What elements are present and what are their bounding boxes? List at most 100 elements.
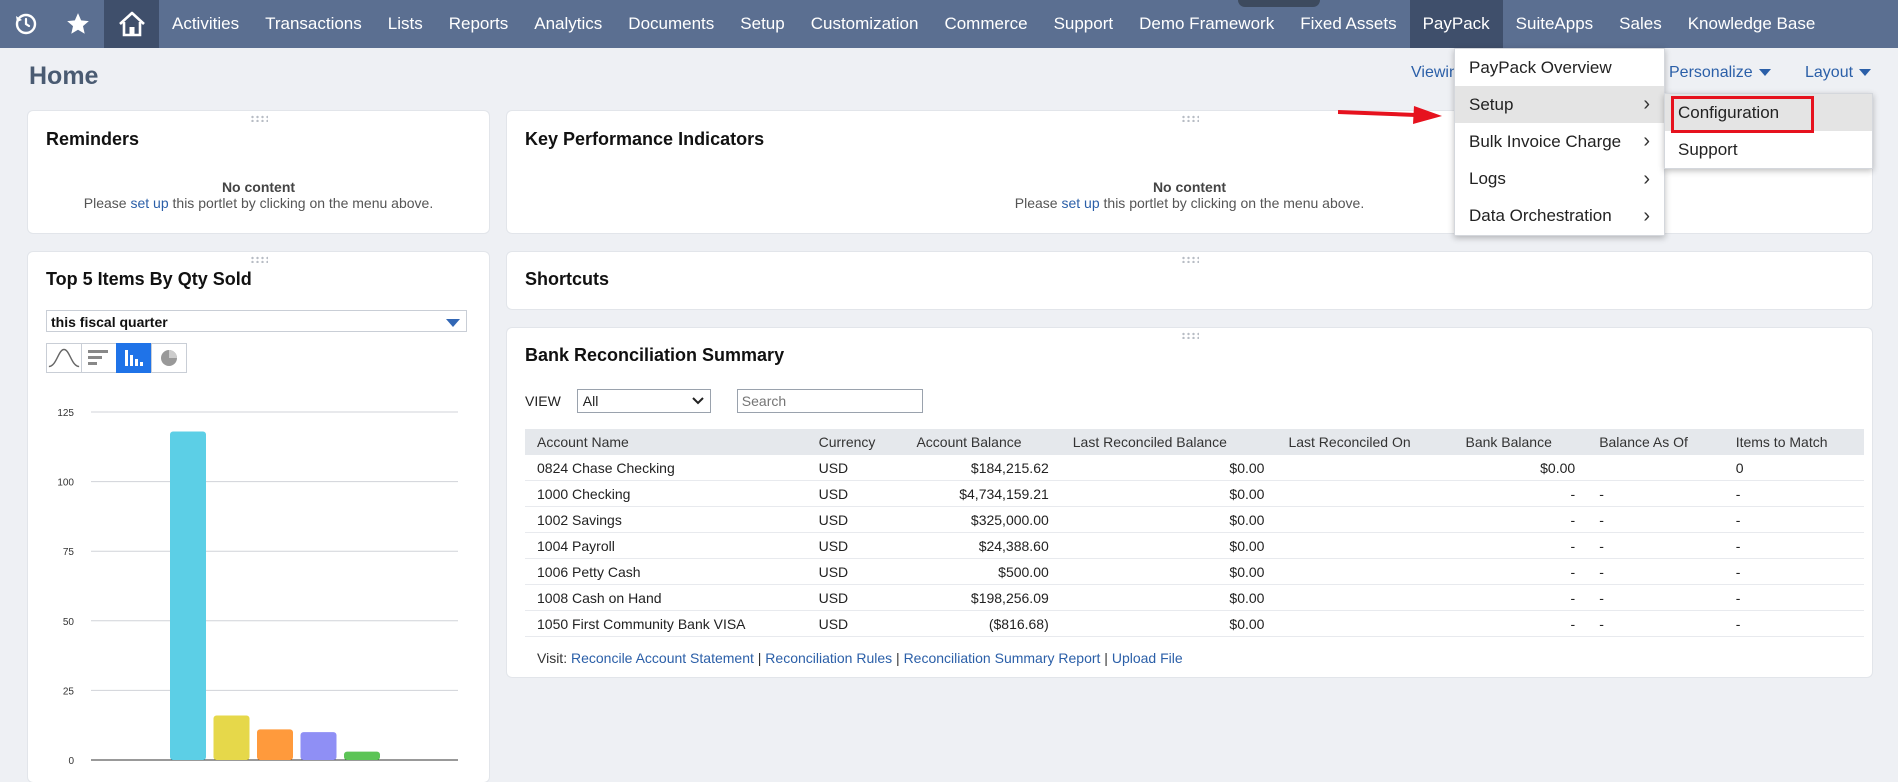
- menu-item-label: Setup: [1469, 94, 1514, 114]
- visit-link[interactable]: Reconciliation Rules: [765, 650, 892, 666]
- nav-tab-lists[interactable]: Lists: [375, 0, 436, 48]
- nav-tab-setup[interactable]: Setup: [727, 0, 797, 48]
- page-title: Home: [29, 62, 99, 90]
- column-chart-icon[interactable]: [116, 343, 152, 373]
- nav-tab-demo-framework[interactable]: Demo Framework: [1126, 0, 1287, 48]
- account-link[interactable]: 1050 First Community Bank VISA: [525, 610, 807, 637]
- table-cell: -: [1453, 506, 1588, 533]
- nav-tab-knowledge-base[interactable]: Knowledge Base: [1675, 0, 1829, 48]
- table-cell: $4,734,159.21: [904, 480, 1061, 507]
- msg-suffix: this portlet by clicking on the menu abo…: [172, 195, 434, 211]
- chevron-right-icon: ›: [1643, 167, 1650, 190]
- table-row: 1006 Petty Cash USD $500.00 $0.00- - -: [525, 558, 1864, 585]
- chevron-down-icon: [1758, 69, 1771, 77]
- table-cell: USD: [806, 532, 905, 559]
- drag-handle-icon[interactable]: [1180, 256, 1199, 263]
- no-content-label: No content: [1152, 179, 1227, 195]
- horizontal-bar-chart-icon[interactable]: [81, 343, 117, 373]
- menu-item-data-orchestration[interactable]: Data Orchestration ›: [1455, 198, 1664, 235]
- drag-handle-icon[interactable]: [249, 115, 268, 122]
- nav-tab-support[interactable]: Support: [1041, 0, 1127, 48]
- drag-handle-icon[interactable]: [249, 256, 268, 263]
- account-link[interactable]: 0824 Chase Checking: [525, 455, 807, 481]
- column-header[interactable]: Balance As Of: [1587, 429, 1724, 455]
- nav-tab-paypack[interactable]: PayPack: [1409, 0, 1503, 48]
- table-row: 0824 Chase Checking USD $184,215.62 $0.00 $0…: [525, 455, 1864, 481]
- home-icon[interactable]: [104, 0, 159, 48]
- table-cell: [1276, 455, 1454, 481]
- menu-item-setup[interactable]: Setup ›: [1455, 86, 1664, 124]
- bar-3[interactable]: [257, 729, 293, 760]
- chevron-right-icon: ›: [1643, 93, 1650, 116]
- no-content-label: No content: [221, 179, 296, 195]
- account-link[interactable]: 1000 Checking: [525, 480, 807, 507]
- personalize-menu[interactable]: Personalize: [1669, 64, 1771, 82]
- nav-tab-suiteapps[interactable]: SuiteApps: [1503, 0, 1607, 48]
- column-header[interactable]: Currency: [806, 429, 905, 455]
- line-chart-icon[interactable]: [46, 343, 82, 373]
- menu-item-label: PayPack Overview: [1469, 57, 1612, 77]
- menu-item-logs[interactable]: Logs ›: [1455, 161, 1664, 198]
- nav-tab-sales[interactable]: Sales: [1606, 0, 1675, 48]
- menu-item-bulk-invoice-charge[interactable]: Bulk Invoice Charge ›: [1455, 123, 1664, 160]
- bar-2[interactable]: [213, 715, 250, 760]
- table-row: 1050 First Community Bank VISA USD ($816.6…: [525, 610, 1864, 637]
- menu-item-paypack-overview[interactable]: PayPack Overview: [1455, 49, 1664, 86]
- account-link[interactable]: 1004 Payroll: [525, 532, 807, 559]
- account-link[interactable]: 1008 Cash on Hand: [525, 584, 807, 611]
- view-label: VIEW: [525, 393, 561, 409]
- portlet-title: Top 5 Items By Qty Sold: [46, 269, 252, 289]
- account-link[interactable]: 1002 Savings: [525, 506, 807, 533]
- table-cell: -: [1453, 558, 1588, 585]
- column-header[interactable]: Items to Match: [1723, 429, 1864, 455]
- items-to-match-link[interactable]: 0: [1723, 455, 1864, 481]
- column-header[interactable]: Account Name: [525, 429, 807, 455]
- star-icon[interactable]: [52, 0, 104, 48]
- bar-5[interactable]: [344, 751, 380, 760]
- table-cell: -: [1723, 506, 1864, 533]
- nav-tab-activities[interactable]: Activities: [159, 0, 252, 48]
- table-cell: -: [1723, 480, 1864, 507]
- nav-tab-documents[interactable]: Documents: [615, 0, 727, 48]
- drag-handle-icon[interactable]: [1180, 332, 1199, 339]
- nav-tab-analytics[interactable]: Analytics: [521, 0, 615, 48]
- portlet-title: Reminders: [46, 129, 140, 149]
- column-header[interactable]: Last Reconciled On: [1276, 429, 1454, 455]
- period-value: this fiscal quarter: [51, 314, 168, 330]
- top5-bar-chart: 0 25 50 75 100 125: [57, 408, 458, 767]
- empty-message: No content Please set up this portlet by…: [507, 179, 1872, 211]
- nav-tab-fixed-assets[interactable]: Fixed Assets: [1287, 0, 1409, 48]
- visit-link[interactable]: Reconciliation Summary Report: [904, 650, 1101, 666]
- bar-1[interactable]: [170, 431, 206, 760]
- table-row: 1002 Savings USD $325,000.00 $0.00- - -: [525, 506, 1864, 533]
- bar-4[interactable]: [300, 732, 337, 760]
- submenu-item-support[interactable]: Support: [1665, 131, 1872, 168]
- column-header[interactable]: Last Reconciled Balance: [1060, 429, 1277, 455]
- viewing-link[interactable]: Viewin: [1411, 64, 1458, 82]
- drag-handle-icon[interactable]: [1180, 115, 1199, 122]
- column-header[interactable]: Bank Balance: [1453, 429, 1588, 455]
- nav-tab-customization[interactable]: Customization: [798, 0, 932, 48]
- table-cell: $500.00: [904, 558, 1061, 585]
- y-tick-label: 25: [63, 686, 75, 697]
- view-select[interactable]: All: [576, 389, 711, 413]
- visit-link[interactable]: Upload File: [1112, 650, 1183, 666]
- recent-history-icon[interactable]: [0, 0, 52, 48]
- table-cell: [1276, 584, 1454, 611]
- nav-tab-commerce[interactable]: Commerce: [931, 0, 1040, 48]
- table-cell: [1276, 480, 1454, 507]
- nav-tab-transactions[interactable]: Transactions: [252, 0, 375, 48]
- account-link[interactable]: 1006 Petty Cash: [525, 558, 807, 585]
- visit-link[interactable]: Reconcile Account Statement: [571, 650, 754, 666]
- period-select[interactable]: this fiscal quarter: [46, 310, 467, 332]
- search-input[interactable]: [736, 389, 923, 413]
- layout-menu[interactable]: Layout: [1805, 64, 1872, 82]
- setup-link[interactable]: set up: [130, 195, 168, 211]
- table-cell: -: [1453, 584, 1588, 611]
- nav-tab-reports[interactable]: Reports: [436, 0, 522, 48]
- setup-link[interactable]: set up: [1061, 195, 1099, 211]
- y-tick-label: 100: [57, 478, 74, 489]
- pie-chart-icon[interactable]: [151, 343, 187, 373]
- table-cell: $0.00: [1060, 455, 1277, 481]
- column-header[interactable]: Account Balance: [904, 429, 1061, 455]
